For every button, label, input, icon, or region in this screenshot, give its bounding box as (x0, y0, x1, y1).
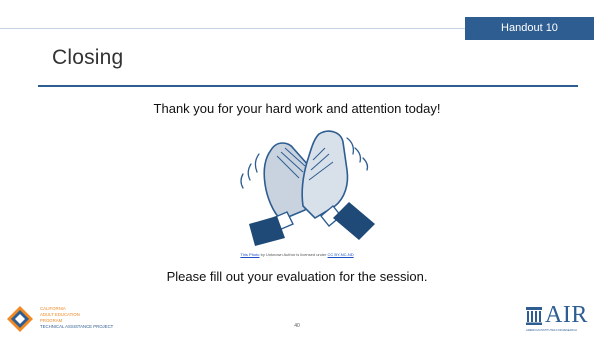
photo-link[interactable]: This Photo (240, 252, 259, 257)
thanks-text: Thank you for your hard work and attenti… (153, 101, 441, 116)
license-link[interactable]: CC BY-NC-ND (328, 252, 354, 257)
title-rule (38, 85, 578, 87)
air-building-icon (526, 307, 542, 325)
clapping-hands-icon (240, 130, 375, 246)
credit-middle: by Unknown Author is licensed under (259, 252, 328, 257)
air-logo: AIR AMERICAN INSTITUTES FOR RESEARCH (526, 302, 592, 335)
slide-title: Closing (52, 46, 124, 69)
image-credit: This Photo by Unknown Author is licensed… (0, 252, 594, 257)
page-number: 40 (294, 323, 300, 329)
caep-logo: California Adult Education Program Techn… (4, 301, 144, 335)
handout-label: Handout 10 (465, 17, 594, 40)
air-wordmark: AIR (545, 302, 588, 328)
evaluation-text: Please fill out your evaluation for the … (166, 269, 428, 284)
air-tagline: AMERICAN INSTITUTES FOR RESEARCH (526, 329, 577, 332)
